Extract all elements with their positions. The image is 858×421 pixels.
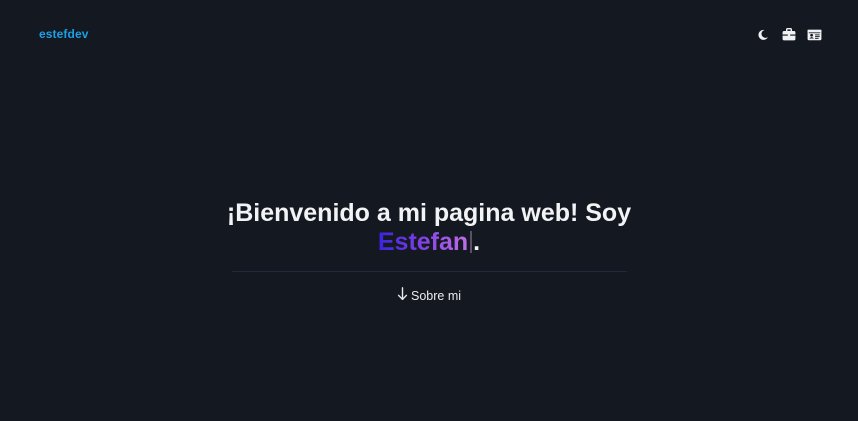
about-me-label: Sobre mi xyxy=(410,288,462,303)
typing-caret xyxy=(470,231,473,253)
about-me-link[interactable]: Sobre mi xyxy=(397,287,461,304)
arrow-down-icon xyxy=(397,287,408,304)
briefcase-icon[interactable] xyxy=(781,27,796,42)
header-nav xyxy=(755,27,822,42)
moon-icon[interactable] xyxy=(755,27,770,42)
brand-logo-link[interactable]: estefdev xyxy=(39,27,89,41)
hero-name: Estefan xyxy=(377,228,469,256)
id-card-icon[interactable] xyxy=(807,27,822,42)
hero-title-prefix: ¡Bienvenido a mi pagina web! Soy xyxy=(226,199,632,227)
hero-divider xyxy=(231,271,627,272)
hero-section: ¡Bienvenido a mi pagina web! Soy Estefan… xyxy=(0,199,858,306)
hero-title: ¡Bienvenido a mi pagina web! Soy Estefan… xyxy=(0,199,858,257)
hero-title-suffix: . xyxy=(473,228,481,256)
